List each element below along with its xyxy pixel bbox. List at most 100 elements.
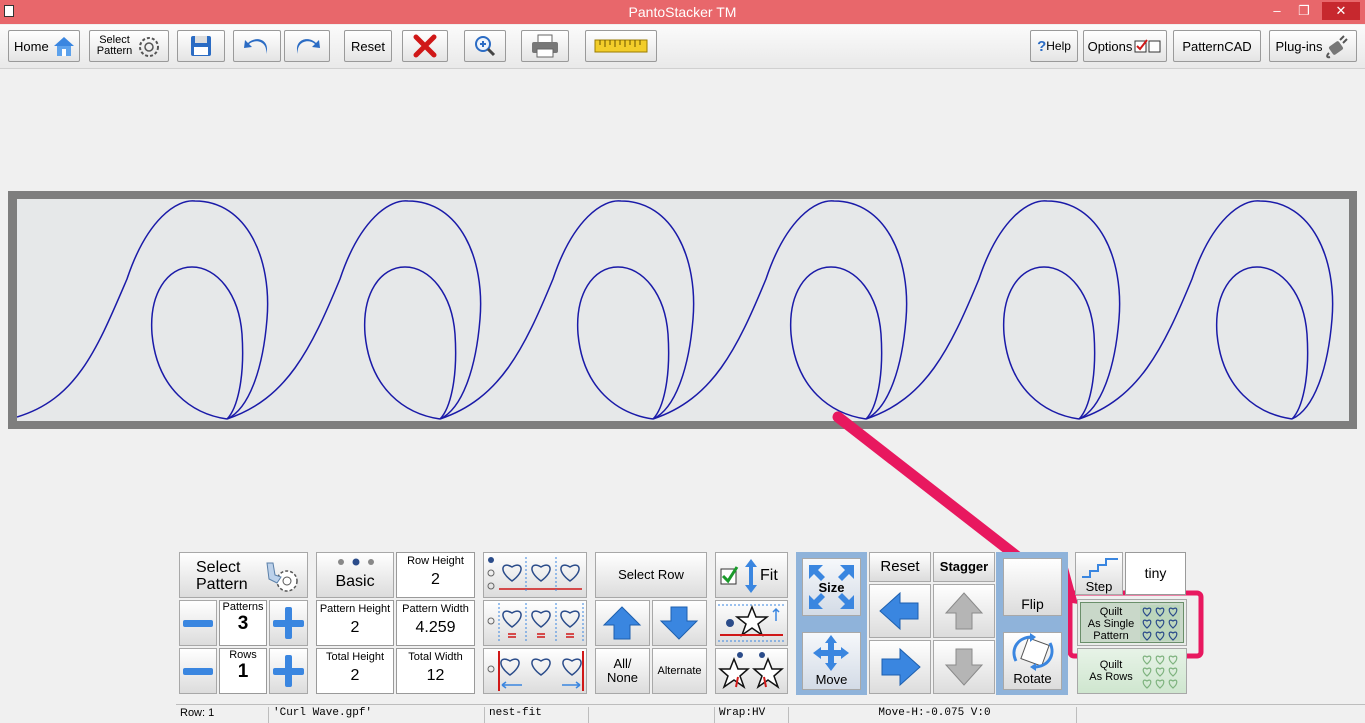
patterns-field[interactable]: Patterns 3 (219, 600, 267, 646)
patterns-plus-button[interactable] (269, 600, 308, 646)
patterns-minus-button[interactable] (179, 600, 217, 646)
fit-button[interactable]: Fit (715, 552, 788, 598)
undo-button[interactable] (233, 30, 281, 62)
status-move: Move-H:-0.075 V:0 (788, 707, 1076, 723)
home-button[interactable]: Home (8, 30, 80, 62)
quilt-single-label: Quilt As Single Pattern (1082, 606, 1140, 642)
maximize-button[interactable]: ❐ (1292, 2, 1316, 20)
reset-position-button[interactable]: Reset (869, 552, 931, 582)
flip-button[interactable]: Flip (1003, 558, 1062, 616)
toolbar-select-pattern-button[interactable]: Select Pattern (89, 30, 169, 62)
pattern-height-field[interactable]: Pattern Height 2 (316, 600, 394, 646)
size-button[interactable]: Size (802, 558, 861, 616)
curl-motif-4 (652, 200, 908, 420)
total-width-label: Total Width (408, 651, 463, 663)
close-button[interactable]: ✕ (1322, 2, 1360, 20)
row-height-field[interactable]: Row Height 2 (396, 552, 475, 598)
rows-label: Rows (229, 649, 257, 661)
pattern-height-value: 2 (350, 619, 360, 636)
spacing-option-stretch[interactable] (483, 648, 587, 694)
flip-stars-button[interactable] (715, 648, 788, 694)
quilt-area[interactable] (16, 199, 1349, 421)
row-height-value: 2 (431, 571, 440, 588)
ruler-icon (594, 39, 648, 53)
arrow-up-icon (602, 606, 642, 640)
zoom-button[interactable] (464, 30, 506, 62)
select-row-button[interactable]: Select Row (595, 552, 707, 598)
align-option-button[interactable] (715, 600, 788, 646)
move-button[interactable]: Move (802, 632, 861, 690)
select-pattern-button[interactable]: Select Pattern (179, 552, 308, 598)
red-x-icon (413, 34, 437, 58)
toolbar-reset-button[interactable]: Reset (344, 30, 392, 62)
patterns-label: Patterns (222, 601, 264, 613)
redo-button[interactable] (284, 30, 330, 62)
step-label: Step (1085, 579, 1113, 594)
row-down-button[interactable] (652, 600, 707, 646)
spacing-option-even[interactable] (483, 552, 587, 598)
main-toolbar: Home Select Pattern Reset ? Help Options… (0, 25, 1365, 69)
step-button[interactable]: Step (1075, 552, 1123, 595)
quilt-rows-label-2: As Rows (1089, 671, 1133, 683)
window-title: PantoStacker TM (628, 4, 737, 20)
move-right-button[interactable] (869, 640, 931, 694)
quilt-as-single-pattern-button[interactable]: Quilt As Single Pattern (1077, 599, 1187, 646)
measure-button[interactable] (585, 30, 657, 62)
flip-label: Flip (1021, 596, 1044, 612)
basic-mode-button[interactable]: Basic (316, 552, 394, 598)
stairs-icon (1082, 558, 1118, 578)
help-label: Help (1046, 39, 1071, 53)
row-height-label: Row Height (407, 555, 464, 567)
control-panel: Select Pattern Patterns 3 Rows 1 Basic R… (0, 550, 1365, 700)
rows-field[interactable]: Rows 1 (219, 648, 267, 694)
plugins-button[interactable]: Plug-ins (1269, 30, 1357, 62)
quilt-frame[interactable] (8, 191, 1357, 429)
arrow-right-icon (881, 647, 921, 687)
options-button[interactable]: Options (1083, 30, 1167, 62)
print-button[interactable] (521, 30, 569, 62)
fit-label: Fit (760, 567, 778, 584)
title-bar: PantoStacker TM – ❐ ✕ (0, 0, 1365, 24)
hearts-grid-icon (1140, 605, 1180, 641)
quilt-as-rows-button[interactable]: Quilt As Rows (1077, 648, 1187, 694)
row-up-button[interactable] (595, 600, 650, 646)
total-width-field[interactable]: Total Width 12 (396, 648, 475, 694)
curl-wave-pattern[interactable] (16, 199, 1349, 421)
delete-button[interactable] (402, 30, 448, 62)
hearts-rows-icon (1142, 655, 1178, 689)
status-row: Row: 1 (180, 707, 215, 719)
spacing-option-equal[interactable] (483, 600, 587, 646)
step-size-field[interactable]: tiny (1125, 552, 1186, 595)
rows-plus-button[interactable] (269, 648, 308, 694)
move-up-button[interactable] (933, 584, 995, 638)
all-none-label-2: None (606, 670, 639, 685)
move-down-button[interactable] (933, 640, 995, 694)
patterncad-button[interactable]: PatternCAD (1173, 30, 1261, 62)
minimize-button[interactable]: – (1265, 2, 1289, 20)
all-none-button[interactable]: All/ None (595, 648, 650, 694)
stagger-button[interactable]: Stagger (933, 552, 995, 582)
rotate-label: Rotate (1013, 671, 1052, 686)
hearts-stretch-icon (487, 651, 584, 691)
alternate-button[interactable]: Alternate (652, 648, 707, 694)
rotate-button[interactable]: Rotate (1003, 632, 1062, 690)
total-height-value: 2 (350, 667, 360, 684)
curl-motif-5 (865, 200, 1121, 420)
move-left-button[interactable] (869, 584, 931, 638)
checkbox-icon (1134, 39, 1161, 53)
pattern-gear-icon (139, 37, 160, 57)
rows-minus-button[interactable] (179, 648, 217, 694)
pattern-width-label: Pattern Width (402, 603, 469, 615)
pattern-width-field[interactable]: Pattern Width 4.259 (396, 600, 475, 646)
help-button[interactable]: ? Help (1030, 30, 1078, 62)
quilt-rows-label: Quilt As Rows (1082, 659, 1140, 683)
status-mode: nest-fit (484, 707, 588, 723)
status-blank (588, 707, 714, 723)
hearts-spacing-icon (487, 557, 582, 593)
move-arrows-icon (813, 635, 849, 671)
status-bar: Row: 1 'Curl Wave.gpf' nest-fit Wrap:HV … (176, 704, 1365, 723)
total-height-field[interactable]: Total Height 2 (316, 648, 394, 694)
save-button[interactable] (177, 30, 225, 62)
options-label: Options (1087, 38, 1133, 54)
pattern-width-value: 4.259 (415, 619, 456, 636)
